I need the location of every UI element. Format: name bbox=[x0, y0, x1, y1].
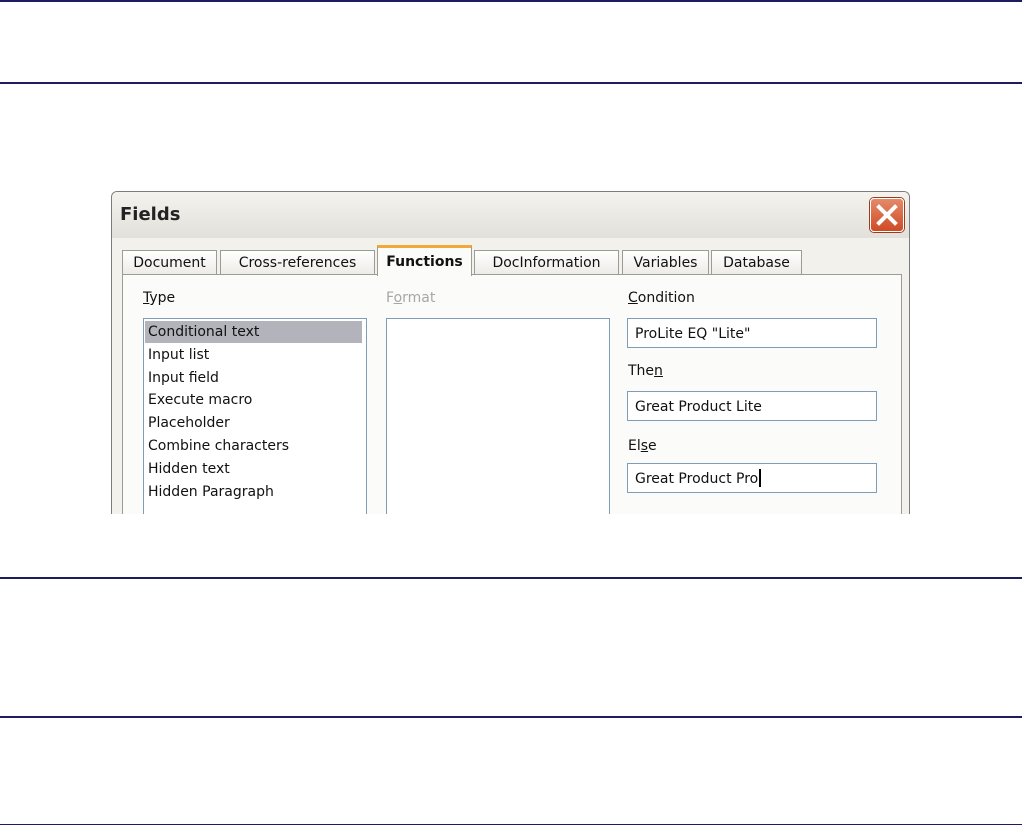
list-item[interactable]: Placeholder bbox=[147, 412, 365, 434]
condition-label: Condition bbox=[628, 290, 695, 306]
list-item[interactable]: Conditional text bbox=[145, 321, 362, 343]
tab-document[interactable]: Document bbox=[122, 250, 217, 275]
bottom-rule bbox=[0, 824, 1022, 825]
tab-label: Variables bbox=[633, 255, 698, 271]
tab-bar: Document Cross-references Functions DocI… bbox=[122, 245, 902, 276]
dialog-title: Fields bbox=[120, 204, 181, 225]
list-item[interactable]: Hidden Paragraph bbox=[147, 481, 365, 503]
condition-value: ProLite EQ "Lite" bbox=[635, 326, 751, 342]
tab-label: Functions bbox=[386, 254, 463, 270]
type-label: Type bbox=[143, 290, 176, 306]
list-item[interactable]: Execute macro bbox=[147, 389, 365, 411]
tab-label: Cross-references bbox=[238, 255, 357, 271]
list-item[interactable]: Combine characters bbox=[147, 435, 365, 457]
text-caret bbox=[759, 469, 762, 487]
tab-label: Document bbox=[133, 255, 206, 271]
format-listbox[interactable] bbox=[386, 318, 610, 514]
top-rule bbox=[0, 0, 1022, 2]
tab-cross-references[interactable]: Cross-references bbox=[220, 250, 375, 275]
tab-label: DocInformation bbox=[492, 255, 601, 271]
list-item[interactable]: Input field bbox=[147, 367, 365, 389]
tab-functions[interactable]: Functions bbox=[377, 245, 472, 276]
fields-dialog: Fields Document Cross-references Functio… bbox=[111, 191, 910, 514]
list-item[interactable]: Hidden text bbox=[147, 458, 365, 480]
else-input[interactable]: Great Product Pro bbox=[627, 463, 877, 493]
tab-variables[interactable]: Variables bbox=[622, 250, 709, 275]
then-input[interactable]: Great Product Lite bbox=[627, 391, 877, 421]
condition-input[interactable]: ProLite EQ "Lite" bbox=[627, 318, 877, 348]
tab-label: Database bbox=[723, 255, 790, 271]
tab-docinformation[interactable]: DocInformation bbox=[474, 250, 619, 275]
separator-rule bbox=[0, 716, 1022, 718]
tab-database[interactable]: Database bbox=[711, 250, 802, 275]
dialog-titlebar[interactable]: Fields bbox=[112, 192, 909, 238]
format-label: Format bbox=[386, 290, 436, 306]
close-button[interactable] bbox=[870, 198, 904, 232]
else-label: Else bbox=[628, 438, 657, 454]
then-value: Great Product Lite bbox=[635, 399, 762, 415]
separator-rule bbox=[0, 577, 1022, 579]
header-rule bbox=[0, 82, 1022, 84]
type-listbox[interactable]: Conditional text Input list Input field … bbox=[143, 318, 367, 514]
list-item[interactable]: Input list bbox=[147, 344, 365, 366]
else-value: Great Product Pro bbox=[635, 471, 759, 487]
then-label: Then bbox=[628, 363, 663, 379]
close-x-icon bbox=[876, 204, 898, 226]
